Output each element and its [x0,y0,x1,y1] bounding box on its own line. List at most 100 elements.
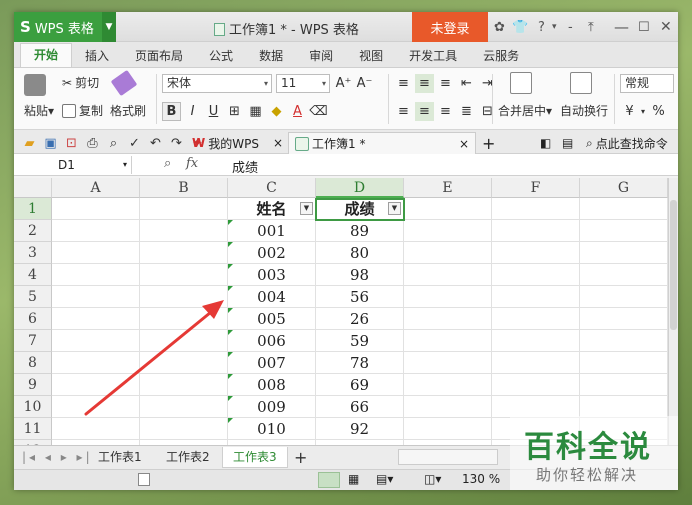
close-icon[interactable]: ✕ [660,12,672,42]
paste-label[interactable]: 粘贴 ▾ [24,102,54,119]
chevron-down-icon[interactable]: ▼ [102,12,116,42]
open-icon[interactable]: ▰ [20,134,39,153]
distributed-icon[interactable]: ⊟ [478,102,497,121]
grow-font-icon[interactable]: A⁺ [334,74,353,93]
scrollbar-thumb[interactable] [670,200,677,330]
align-top-icon[interactable]: ≡ [394,74,413,93]
align-center-icon[interactable]: ≡ [415,102,434,121]
redo-icon[interactable]: ↷ [167,134,186,153]
page-break-view-icon[interactable]: ▦ [348,472,359,486]
align-middle-icon[interactable]: ≡ [415,74,434,93]
sheet-doc-icon [295,136,309,151]
align-bottom-icon[interactable]: ≡ [436,74,455,93]
name-box[interactable]: D1 ▾ [42,156,132,174]
zoom-formula-icon[interactable]: ⌕ [164,156,171,171]
window-title: 工作簿1 * - WPS 表格 [214,19,359,38]
tab-developer[interactable]: 开发工具 [396,45,470,67]
tab-list-icon[interactable]: ▤ [556,132,579,154]
print-icon[interactable]: ⎙ [83,134,102,153]
undo-icon[interactable]: ↶ [146,134,165,153]
sheet-tab-1[interactable]: 工作表1 [88,447,152,468]
skin-icon[interactable]: ✿ [494,12,505,42]
spellcheck-icon[interactable]: ✓ [125,134,144,153]
macro-icon[interactable] [138,473,150,486]
restore-ribbon-icon[interactable]: ⤒ [588,12,594,42]
eye-protection-icon[interactable]: ◫▾ [424,472,441,486]
border-icon[interactable]: ⊞ [225,102,244,121]
zoom-level[interactable]: 130 % [462,472,500,486]
new-tab-icon[interactable]: + [476,132,501,154]
horizontal-scrollbar[interactable] [398,449,498,465]
help-dropdown-icon[interactable]: ▾ [552,12,557,42]
justify-icon[interactable]: ≣ [457,102,476,121]
currency-dropdown-icon[interactable]: ▾ [641,107,645,116]
divider [156,74,157,124]
underline-button[interactable]: U [204,102,223,121]
tab-view[interactable]: 视图 [346,45,396,67]
formula-input[interactable]: 成绩 [232,157,258,176]
command-search[interactable]: ⌕ 点此查找命令 [580,132,674,154]
tab-insert[interactable]: 插入 [72,45,122,67]
bold-button[interactable]: B [162,102,181,121]
format-painter-button[interactable]: 格式刷 [110,102,146,119]
tab-formulas[interactable]: 公式 [196,45,246,67]
scissors-icon: ✂ [62,75,73,90]
wrap-text-icon[interactable] [570,72,595,94]
copy-icon [62,103,76,118]
tab-data[interactable]: 数据 [246,45,296,67]
merge-center-button[interactable]: 合并居中 ▾ [498,102,552,119]
merge-center-icon[interactable] [510,72,535,94]
tab-mywps[interactable]: W 我的WPS × [186,132,289,154]
font-size-select[interactable]: 11 ▾ [276,74,330,93]
font-color-icon[interactable]: A [288,102,307,121]
fill-pattern-icon[interactable]: ▦ [246,102,265,121]
paste-button[interactable] [24,74,49,96]
export-pdf-icon[interactable]: ⊡ [62,134,81,153]
sheet-tab-3[interactable]: 工作表3 [222,447,288,468]
shirt-icon[interactable]: 👕 [512,12,528,42]
wrap-text-button[interactable]: 自动换行 [560,102,608,119]
fx-button[interactable]: fx [186,156,198,171]
close-icon[interactable]: × [273,136,283,150]
vertical-scrollbar[interactable] [668,178,678,445]
reading-mode-icon[interactable]: ▤▾ [376,472,393,486]
tab-workbook[interactable]: 工作簿1 * × [288,132,476,154]
fill-color-icon[interactable]: ◆ [267,102,286,121]
percent-button[interactable]: % [649,102,668,121]
tab-switch-icon[interactable]: ◧ [534,132,557,154]
normal-view-icon[interactable] [318,472,340,488]
tab-review[interactable]: 审阅 [296,45,346,67]
close-icon[interactable]: × [459,137,469,151]
format-painter-icon[interactable] [110,69,138,97]
align-right-icon[interactable]: ≡ [436,102,455,121]
copy-button[interactable]: 复制 [62,102,103,119]
minimize-icon[interactable]: — [614,12,629,42]
app-menu-button[interactable]: S WPS 表格 ▼ [14,12,116,42]
shrink-font-icon[interactable]: A⁻ [355,74,374,93]
save-icon[interactable]: ▣ [41,134,60,153]
currency-icon[interactable]: ¥ [620,102,639,121]
wps-window: S WPS 表格 ▼ 工作簿1 * - WPS 表格 未登录 ✿ 👕 ? ▾ -… [14,12,678,490]
cut-button[interactable]: ✂ 剪切 [62,74,99,91]
font-name-select[interactable]: 宋体 ▾ [162,74,272,93]
tab-cloud[interactable]: 云服务 [470,45,532,67]
sheet-nav-arrows[interactable]: |◂ ◂ ▸ ▸| [18,447,97,468]
print-preview-icon[interactable]: ⌕ [104,134,123,153]
add-sheet-icon[interactable]: + [284,447,317,468]
help-button[interactable]: ? [538,12,545,42]
tab-page-layout[interactable]: 页面布局 [122,45,196,67]
indent-increase-icon[interactable]: ⇥ [478,74,497,93]
login-button[interactable]: 未登录 [412,12,488,42]
watermark-subtitle: 助你轻松解决 [536,466,639,484]
maximize-icon[interactable]: ☐ [638,12,650,42]
tab-home[interactable]: 开始 [20,43,73,67]
number-format-select[interactable]: 常规 [620,74,674,93]
indent-decrease-icon[interactable]: ⇤ [457,74,476,93]
clear-format-icon[interactable]: ⌫ [309,102,328,121]
align-left-icon[interactable]: ≡ [394,102,413,121]
minimize-ribbon-button[interactable]: - [568,12,573,42]
italic-button[interactable]: I [183,102,202,121]
sheet-tab-2[interactable]: 工作表2 [156,447,220,468]
app-name: WPS 表格 [34,21,94,37]
watermark-title: 百科全说 [524,430,652,465]
